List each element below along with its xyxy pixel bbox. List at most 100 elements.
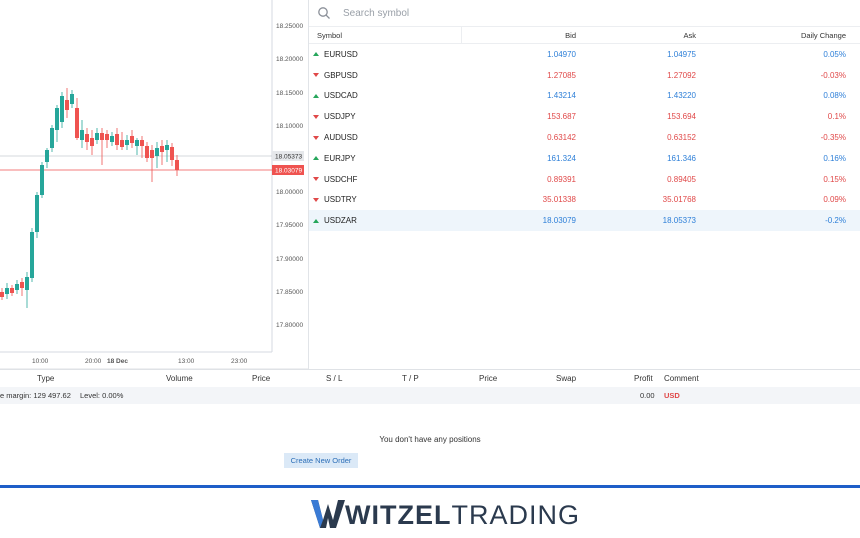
watchlist-row[interactable]: GBPUSD 1.27085 1.27092 -0.03%	[309, 65, 860, 86]
candle-body	[170, 147, 174, 160]
symbol-name: EURJPY	[324, 153, 356, 163]
witzel-logo-icon	[311, 500, 345, 528]
bid-cell: 35.01338	[542, 195, 576, 205]
price-scale-label: 18.15000	[276, 90, 303, 97]
candle-body	[115, 134, 119, 145]
ask-cell: 1.43220	[667, 91, 696, 101]
price-scale-label: 17.95000	[276, 222, 303, 229]
candle-body	[175, 160, 179, 170]
col-bid[interactable]: Bid	[462, 31, 582, 40]
ask-cell: 153.694	[667, 112, 696, 122]
candle-body	[50, 128, 54, 148]
candle-body	[0, 292, 4, 297]
price-chart[interactable]: 18.2500018.2000018.1500018.1000018.05000…	[0, 0, 308, 369]
candle-body	[15, 284, 19, 290]
bid-cell: 161.324	[547, 153, 576, 163]
price-scale-label: 17.90000	[276, 256, 303, 263]
candle-body	[75, 108, 79, 138]
col-tp[interactable]: T / P	[402, 374, 419, 383]
candle-body	[85, 134, 89, 142]
symbol-name: USDCHF	[324, 174, 358, 184]
arrow-up-icon	[313, 52, 319, 57]
col-daily-change[interactable]: Daily Change	[702, 31, 852, 40]
watchlist-row[interactable]: AUDUSD 0.63142 0.63152 -0.35%	[309, 127, 860, 148]
candle-body	[65, 100, 69, 110]
candle-body	[10, 288, 14, 293]
daily-change-cell: 0.1%	[827, 112, 846, 122]
symbol-name: EURUSD	[324, 49, 358, 59]
margin-level: Level: 0.00%	[80, 391, 124, 400]
time-scale-label: 23:00	[231, 358, 248, 365]
watchlist-row[interactable]: EURJPY 161.324 161.346 0.16%	[309, 148, 860, 169]
bid-cell: 0.89391	[547, 174, 576, 184]
candle-body	[155, 148, 159, 156]
watchlist-row[interactable]: USDTRY 35.01338 35.01768 0.09%	[309, 190, 860, 211]
bid-cell: 18.03079	[542, 216, 576, 226]
watchlist-panel: Symbol Bid Ask Daily Change EURUSD 1.0497…	[308, 0, 860, 369]
col-type[interactable]: Type	[37, 374, 54, 383]
ask-cell: 0.63152	[667, 133, 696, 143]
col-sl[interactable]: S / L	[326, 374, 342, 383]
arrow-down-icon	[313, 197, 319, 202]
watchlist-row[interactable]: USDCAD 1.43214 1.43220 0.08%	[309, 86, 860, 107]
col-symbol[interactable]: Symbol	[309, 27, 462, 43]
candle-body	[120, 140, 124, 147]
symbol-cell: USDCAD	[309, 91, 462, 100]
watchlist-rows: EURUSD 1.04970 1.04975 0.05% GBPUSD 1.27085 1.…	[309, 44, 860, 232]
candle-body	[25, 277, 29, 290]
watchlist-row[interactable]: USDZAR 18.03079 18.05373 -0.2%	[309, 210, 860, 232]
price-scale-label: 18.10000	[276, 123, 303, 130]
col-ask[interactable]: Ask	[582, 31, 702, 40]
bid-cell: 1.27085	[547, 70, 576, 80]
col-swap[interactable]: Swap	[556, 374, 576, 383]
bid-cell: 153.687	[547, 112, 576, 122]
daily-change-cell: 0.05%	[823, 49, 846, 59]
arrow-down-icon	[313, 177, 319, 182]
search-bar[interactable]	[309, 0, 860, 27]
search-input[interactable]	[343, 7, 643, 19]
price-scale-label: 17.85000	[276, 289, 303, 296]
candle-body	[55, 108, 59, 130]
col-profit[interactable]: Profit	[634, 374, 653, 383]
price-scale-label: 18.00000	[276, 189, 303, 196]
candle-body	[135, 140, 139, 146]
candle-body	[95, 133, 99, 140]
price-scale-label: 17.80000	[276, 322, 303, 329]
candle-body	[125, 140, 129, 145]
symbol-cell: USDTRY	[309, 195, 462, 204]
symbol-cell: EURUSD	[309, 50, 462, 59]
candle-body	[90, 138, 94, 146]
candle-body	[145, 146, 149, 158]
create-new-order-button[interactable]: Create New Order	[284, 453, 358, 468]
candle-body	[80, 130, 84, 140]
daily-change-cell: -0.03%	[820, 70, 846, 80]
empty-positions-text: You don't have any positions	[379, 435, 481, 444]
price-scale-label: 18.25000	[276, 23, 303, 30]
bid-price-tag-text: 18.03079	[275, 168, 302, 175]
watchlist-row[interactable]: EURUSD 1.04970 1.04975 0.05%	[309, 44, 860, 65]
time-scale-label: 20:00	[85, 358, 102, 365]
col-volume[interactable]: Volume	[166, 374, 193, 383]
symbol-cell: USDJPY	[309, 112, 462, 121]
brand-footer: WITZELTRADING	[0, 488, 860, 538]
positions-header: Type Volume Price S / L T / P Price Swap…	[0, 370, 860, 387]
col-price[interactable]: Price	[252, 374, 270, 383]
ask-cell: 161.346	[667, 153, 696, 163]
candle-body	[30, 232, 34, 278]
symbol-name: USDJPY	[324, 112, 356, 122]
watchlist-row[interactable]: USDCHF 0.89391 0.89405 0.15%	[309, 169, 860, 190]
candle-body	[160, 146, 164, 152]
col-price-current[interactable]: Price	[479, 374, 497, 383]
candle-body	[70, 94, 74, 104]
symbol-name: GBPUSD	[324, 70, 358, 80]
daily-change-cell: 0.08%	[823, 91, 846, 101]
candlestick-chart[interactable]: 18.2500018.2000018.1500018.1000018.05000…	[0, 0, 308, 369]
candle-body	[165, 145, 169, 150]
watchlist-header: Symbol Bid Ask Daily Change	[309, 27, 860, 44]
candle-body	[140, 140, 144, 146]
arrow-down-icon	[313, 73, 319, 78]
watchlist-row[interactable]: USDJPY 153.687 153.694 0.1%	[309, 106, 860, 127]
candle-body	[60, 96, 64, 122]
ask-cell: 0.89405	[667, 174, 696, 184]
col-comment[interactable]: Comment	[664, 374, 699, 383]
